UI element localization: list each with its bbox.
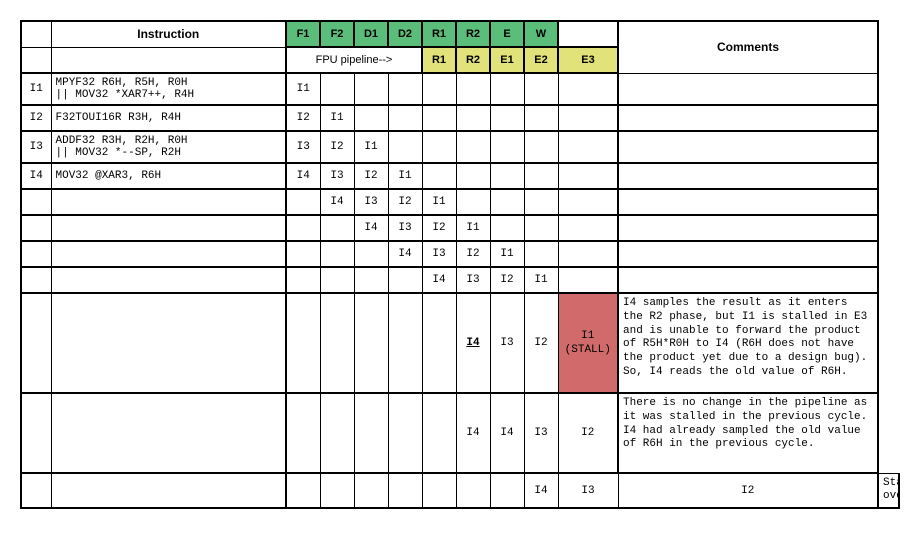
pipe: I2 [490,267,524,293]
pipe: I4 [320,189,354,215]
pipe: I3 [320,163,354,189]
stage-blank [558,21,618,47]
instr-line: || MOV32 *XAR7++, R4H [56,89,282,101]
stage-E3: E3 [558,47,618,73]
pipe: I3 [354,189,388,215]
instr-i2: F32TOUI16R R3H, R4H [51,105,286,131]
pipe-I4-stall: I4 [456,293,490,393]
pipe: I4 [388,241,422,267]
pipe: I2 [354,163,388,189]
pipe: I3 [490,293,524,393]
pipe: I3 [388,215,422,241]
stage-R2b: R2 [456,47,490,73]
stall-cell: I1(STALL) [558,293,618,393]
row-id: I3 [21,131,51,163]
pipe: I1 [524,267,558,293]
pipe: I2 [524,293,558,393]
stage-E1: E1 [490,47,524,73]
stage-F1: F1 [286,21,320,47]
pipe: I3 [524,393,558,473]
pipe: I1 [286,73,320,105]
pipeline-table: Instruction F1 F2 D1 D2 R1 R2 E W Commen… [20,20,900,509]
pipe: I1 [456,215,490,241]
stage-D2: D2 [388,21,422,47]
pipe: I4 [354,215,388,241]
pipe: I3 [422,241,456,267]
instr-line: MPYF32 R6H, R5H, R0H [56,77,282,89]
pipe: I2 [388,189,422,215]
row-id: I2 [21,105,51,131]
pipe: I4 [286,163,320,189]
stage-E2: E2 [524,47,558,73]
blank [21,47,51,73]
stage-W: W [524,21,558,47]
pipe: I2 [320,131,354,163]
header-instruction: Instruction [51,21,286,47]
instr-line: || MOV32 *--SP, R2H [56,147,282,159]
blank [21,21,51,47]
comment-2: There is no change in the pipeline as it… [618,393,878,473]
pipe: I1 [490,241,524,267]
row-id: I1 [21,73,51,105]
pipe: I4 [490,393,524,473]
instr-i3: ADDF32 R3H, R2H, R0H || MOV32 *--SP, R2H [51,131,286,163]
stage-R2: R2 [456,21,490,47]
header-comments: Comments [618,21,878,73]
pipe: I2 [422,215,456,241]
stage-R1: R1 [422,21,456,47]
instr-line: ADDF32 R3H, R2H, R0H [56,135,282,147]
stage-D1: D1 [354,21,388,47]
stage-R1b: R1 [422,47,456,73]
pipe: I2 [286,105,320,131]
pipe: I3 [286,131,320,163]
pipe: I1 [422,189,456,215]
pipe: I2 [558,393,618,473]
stage-F2: F2 [320,21,354,47]
instr-i1: MPYF32 R6H, R5H, R0H || MOV32 *XAR7++, R… [51,73,286,105]
pipe: I2 [456,241,490,267]
row-id: I4 [21,163,51,189]
pipe: I4 [422,267,456,293]
pipe: I3 [456,267,490,293]
pipe: I1 [354,131,388,163]
pipe: I1 [320,105,354,131]
pipe: I1 [388,163,422,189]
fpu-pipeline-label: FPU pipeline--> [286,47,422,73]
instr-i4: MOV32 @XAR3, R6H [51,163,286,189]
comment-1: I4 samples the result as it enters the R… [618,293,878,393]
stage-E: E [490,21,524,47]
